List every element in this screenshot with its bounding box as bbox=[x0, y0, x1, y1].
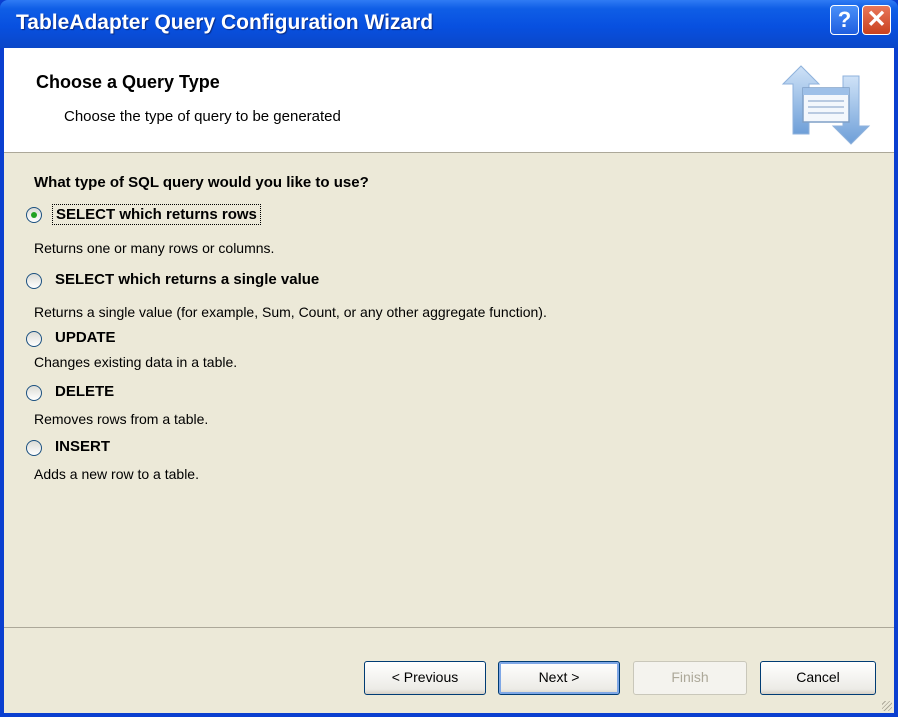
finish-button: Finish bbox=[633, 661, 747, 695]
option-label-select-rows[interactable]: SELECT which returns rows bbox=[52, 204, 261, 225]
help-button[interactable]: ? bbox=[830, 5, 859, 35]
option-desc-delete: Removes rows from a table. bbox=[34, 411, 209, 427]
wizard-window: TableAdapter Query Configuration Wizard … bbox=[0, 0, 898, 717]
wizard-header: Choose a Query Type Choose the type of q… bbox=[4, 48, 894, 153]
footer-divider bbox=[4, 627, 894, 628]
option-desc-select-single-value: Returns a single value (for example, Sum… bbox=[34, 304, 547, 320]
page-title: Choose a Query Type bbox=[36, 72, 220, 92]
page-subtitle: Choose the type of query to be generated bbox=[64, 108, 341, 125]
radio-selected-dot bbox=[31, 212, 37, 218]
option-label-insert[interactable]: INSERT bbox=[52, 437, 113, 456]
radio-select-single-value[interactable] bbox=[26, 273, 42, 289]
next-button[interactable]: Next > bbox=[498, 661, 620, 695]
option-label-select-single-value[interactable]: SELECT which returns a single value bbox=[52, 270, 322, 289]
option-label-delete[interactable]: DELETE bbox=[52, 382, 117, 401]
option-label-update[interactable]: UPDATE bbox=[52, 328, 119, 347]
option-desc-insert: Adds a new row to a table. bbox=[34, 466, 199, 482]
radio-update[interactable] bbox=[26, 331, 42, 347]
radio-delete[interactable] bbox=[26, 385, 42, 401]
option-desc-select-rows: Returns one or many rows or columns. bbox=[34, 240, 275, 256]
title-bar[interactable]: TableAdapter Query Configuration Wizard … bbox=[0, 0, 898, 48]
window-title: TableAdapter Query Configuration Wizard bbox=[16, 11, 434, 34]
radio-select-rows[interactable] bbox=[26, 207, 42, 223]
wizard-transfer-icon bbox=[781, 65, 871, 145]
wizard-body: Choose a Query Type Choose the type of q… bbox=[4, 48, 894, 713]
radio-insert[interactable] bbox=[26, 440, 42, 456]
resize-grip[interactable] bbox=[882, 701, 892, 711]
query-type-question: What type of SQL query would you like to… bbox=[34, 174, 369, 191]
close-button[interactable]: ✕ bbox=[862, 5, 891, 35]
option-desc-update: Changes existing data in a table. bbox=[34, 354, 238, 370]
previous-button[interactable]: < Previous bbox=[364, 661, 486, 695]
cancel-button[interactable]: Cancel bbox=[760, 661, 876, 695]
